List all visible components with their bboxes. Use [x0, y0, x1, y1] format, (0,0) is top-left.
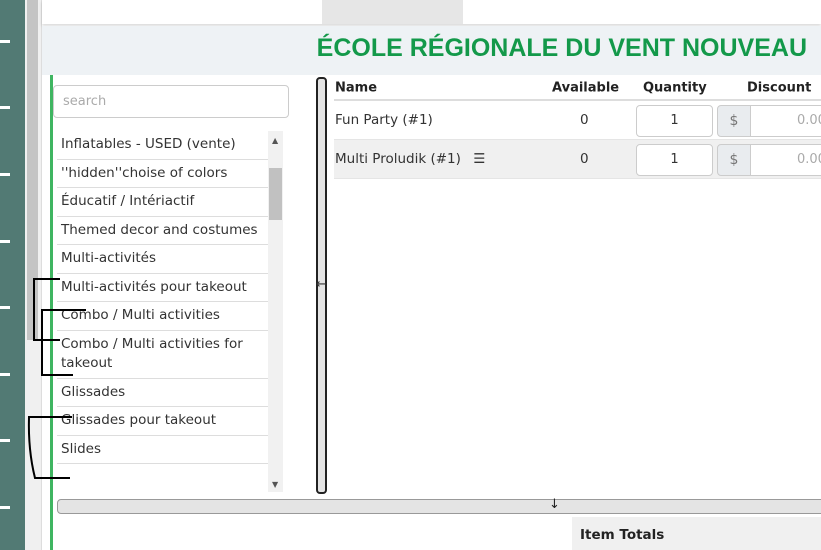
category-item[interactable]: Themed decor and costumes	[57, 217, 268, 245]
currency-addon: $	[717, 144, 751, 176]
item-name[interactable]: Multi Proludik (#1) ☰	[335, 151, 485, 167]
category-item[interactable]: Multi-activités	[57, 245, 268, 274]
page-scrollbar-thumb[interactable]	[27, 0, 38, 340]
accent-divider	[50, 75, 53, 550]
page-title: ÉCOLE RÉGIONALE DU VENT NOUVEAU	[316, 34, 807, 62]
header-quantity: Quantity	[643, 80, 707, 96]
item-name[interactable]: Fun Party (#1)	[335, 112, 433, 128]
header-name: Name	[335, 80, 378, 96]
scroll-up-icon[interactable]: ▲	[272, 136, 278, 145]
sidebar-tick	[0, 306, 10, 309]
arrow-down-icon[interactable]: ↓	[549, 497, 560, 512]
horizontal-splitter[interactable]: ↓	[57, 497, 821, 514]
sidebar-tick	[0, 240, 10, 243]
table-row: Fun Party (#1) 0 1 $ 0.00	[334, 101, 821, 140]
category-item[interactable]: Glissades pour takeout	[57, 407, 268, 436]
category-item[interactable]: Glissades	[57, 379, 268, 407]
item-available: 0	[580, 151, 589, 167]
list-icon[interactable]: ☰	[473, 151, 485, 167]
category-item[interactable]: Éducatif / Intériactif	[57, 188, 268, 217]
sidebar-tick	[0, 373, 10, 376]
sidebar-tick	[0, 40, 10, 43]
header-available: Available	[552, 80, 620, 96]
category-item[interactable]: Multi-activités pour takeout	[57, 274, 268, 302]
table-row: Multi Proludik (#1) ☰ 0 1 $ 0.00	[334, 140, 821, 179]
item-totals-label: Item Totals	[580, 527, 665, 543]
category-item[interactable]: Combo / Multi activities for takeout	[57, 331, 268, 379]
top-tab[interactable]	[322, 0, 463, 24]
currency-addon: $	[717, 105, 751, 137]
sidebar-tick	[0, 439, 10, 442]
sidebar-tick	[0, 173, 10, 176]
item-name-text: Fun Party (#1)	[335, 112, 433, 128]
item-totals-panel: Item Totals	[572, 517, 821, 550]
scroll-down-icon[interactable]: ▼	[272, 480, 278, 489]
sidebar-tick	[0, 106, 10, 109]
table-header: Name Available Quantity Discount	[334, 77, 821, 101]
page-header: ÉCOLE RÉGIONALE DU VENT NOUVEAU	[42, 26, 821, 75]
sidebar-tick	[0, 506, 10, 509]
items-table: Name Available Quantity Discount Fun Par…	[334, 77, 821, 179]
category-item[interactable]: Combo / Multi activities	[57, 302, 268, 331]
discount-input[interactable]: 0.00	[750, 144, 821, 176]
quantity-input[interactable]: 1	[636, 105, 713, 137]
discount-input[interactable]: 0.00	[750, 105, 821, 137]
category-scrollbar-thumb[interactable]	[269, 168, 282, 220]
vertical-splitter[interactable]: ←	[316, 77, 327, 494]
quantity-input[interactable]: 1	[636, 144, 713, 176]
category-item[interactable]: Slides	[57, 436, 268, 464]
category-item[interactable]: ''hidden''choise of colors	[57, 160, 268, 188]
category-list: Inflatables - USED (vente) ''hidden''choi…	[57, 131, 268, 464]
category-search-input[interactable]	[53, 85, 289, 118]
arrow-left-icon[interactable]: ←	[316, 277, 327, 292]
app-sidebar	[0, 0, 25, 550]
item-available: 0	[580, 112, 589, 128]
category-item[interactable]: Inflatables - USED (vente)	[57, 131, 268, 160]
header-discount: Discount	[747, 80, 812, 96]
item-name-text: Multi Proludik (#1)	[335, 151, 461, 167]
